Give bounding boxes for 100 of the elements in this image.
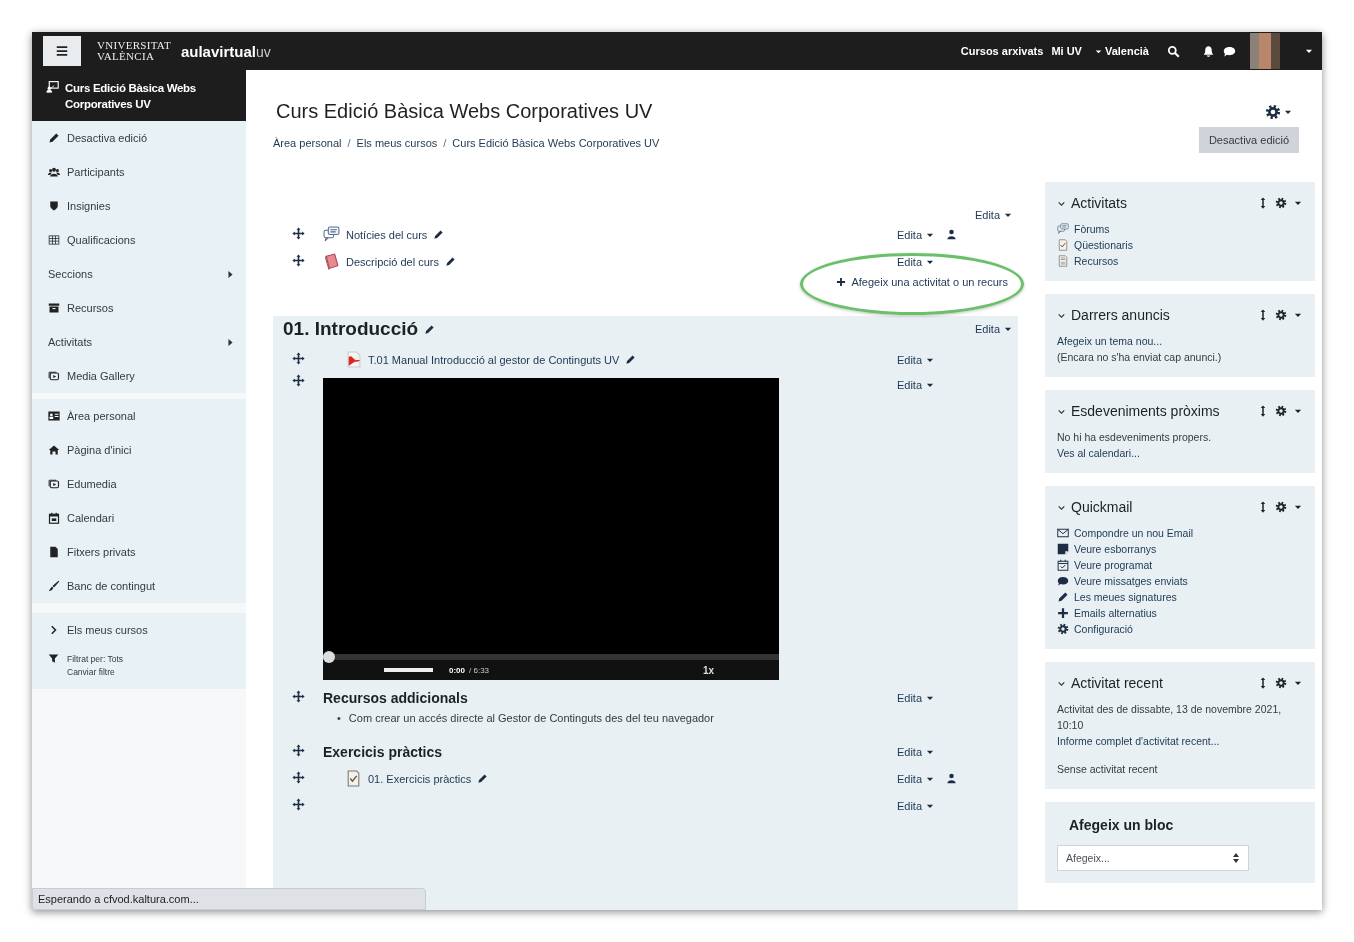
sidebar-item[interactable]: Fitxers privats <box>67 546 236 558</box>
edit-pencil-icon <box>625 354 637 365</box>
block-title: Darrers anuncis <box>1071 307 1171 323</box>
file-icon <box>48 546 60 558</box>
sidebar-item[interactable]: Insignies <box>67 200 236 212</box>
block-link[interactable]: Informe complet d'activitat recent... <box>1057 733 1303 749</box>
add-block-select[interactable]: Afegeix... <box>1057 845 1249 871</box>
sidebar-item[interactable]: Els meus cursos <box>67 624 236 636</box>
edit-mode-button[interactable]: Desactiva edició <box>1198 127 1299 153</box>
playback-speed-button[interactable]: 1x <box>702 664 714 676</box>
edit-pencil-icon <box>433 229 445 240</box>
breadcrumb-link[interactable]: Àrea personal <box>273 137 342 149</box>
language-menu[interactable]: Valencià <box>1093 45 1149 57</box>
block-link[interactable]: Veure missatges enviats <box>1074 573 1188 589</box>
quiz-icon <box>1057 239 1069 251</box>
submenu-arrow-icon <box>225 268 236 280</box>
label-heading: Exercicis pràctics <box>323 743 444 760</box>
block-title: Activitats <box>1071 195 1128 211</box>
block-link[interactable]: Afegeix un tema nou... <box>1057 333 1303 349</box>
bullet-marker: • <box>337 711 341 726</box>
resource-link[interactable]: Com crear un accés directe al Gestor de Continguts des del teu navegador <box>348 711 714 726</box>
filter-link[interactable]: Canviar filtre <box>67 666 124 679</box>
edit-menu[interactable]: Edita <box>896 379 935 391</box>
block-link[interactable]: Fòrums <box>1074 221 1110 237</box>
sidebar-item[interactable]: Banc de contingut <box>67 580 236 592</box>
move-icon <box>291 374 305 387</box>
edit-menu[interactable]: Edita <box>896 228 935 241</box>
sidebar-item[interactable]: Seccions <box>48 268 218 280</box>
envelope-icon <box>1057 527 1069 539</box>
video-duration: / 6:33 <box>469 665 490 675</box>
settings-icon <box>1057 623 1069 635</box>
chat-icon <box>1223 44 1236 58</box>
person-icon <box>946 228 957 240</box>
edit-menu[interactable]: Edita <box>896 799 935 812</box>
block-title: Activitat recent <box>1071 675 1164 691</box>
sidebar-item[interactable]: Pàgina d'inici <box>67 444 236 456</box>
users-icon <box>48 166 60 178</box>
sidebar-item[interactable]: Activitats <box>48 336 218 348</box>
menu-button[interactable] <box>43 36 81 66</box>
book-icon <box>323 253 340 270</box>
pencil-icon <box>48 132 60 144</box>
sidebar-item[interactable]: Qualificacions <box>67 234 236 246</box>
sidebar-item[interactable]: Recursos <box>67 302 236 314</box>
block-link[interactable]: Compondre un nou Email <box>1074 525 1194 541</box>
nav-link[interactable]: Mi UV <box>1051 45 1082 57</box>
activity-link[interactable]: T.01 Manual Introducció al gestor de Continguts UV <box>368 353 620 366</box>
video-progress-thumb[interactable] <box>323 651 335 663</box>
block-link[interactable]: Qüestionaris <box>1074 237 1133 253</box>
block-text: No hi ha esdeveniments propers. <box>1057 430 1213 445</box>
sidebar-item[interactable]: Desactiva edició <box>67 132 236 144</box>
edit-pencil-icon <box>444 256 456 267</box>
move-icon <box>291 253 305 267</box>
nav-link[interactable]: Cursos arxivats <box>960 45 1044 57</box>
section-title: 01. Introducció <box>283 318 419 340</box>
block-text: (Encara no s'ha enviat cap anunci.) <box>1057 350 1223 365</box>
block-link[interactable]: Veure programat <box>1074 557 1153 573</box>
document-icon <box>1057 255 1069 267</box>
breadcrumb-link[interactable]: Curs Edició Bàsica Webs Corporatives UV <box>452 137 660 149</box>
breadcrumb-link[interactable]: Els meus cursos <box>356 137 438 149</box>
edit-menu[interactable]: Edita <box>974 323 1013 335</box>
block-link[interactable]: Emails alternatius <box>1074 605 1157 621</box>
sidebar-item[interactable]: Calendari <box>67 512 236 524</box>
edit-menu[interactable]: Edita <box>896 255 935 268</box>
block-link[interactable]: Recursos <box>1074 253 1119 269</box>
block-link[interactable]: Configuració <box>1074 621 1133 637</box>
video-progress-track[interactable] <box>323 654 779 660</box>
edit-menu[interactable]: Edita <box>896 772 935 785</box>
table-icon <box>48 234 60 246</box>
settings-icon <box>1275 197 1287 209</box>
sidebar-item[interactable]: Edumedia <box>67 478 236 490</box>
move-icon <box>291 797 305 811</box>
sidebar-item[interactable]: Media Gallery <box>67 370 236 382</box>
user-avatar[interactable] <box>1250 33 1280 69</box>
breadcrumb-separator: / <box>443 137 447 149</box>
status-bar: Esperando a cfvod.kaltura.com... <box>32 888 426 910</box>
video-player[interactable]: 0:00 / 6:33 1x <box>323 378 779 680</box>
edit-menu[interactable]: Edita <box>896 745 935 758</box>
block-link[interactable]: Les meues signatures <box>1074 589 1177 605</box>
settings-menu[interactable] <box>1265 104 1293 120</box>
filter-icon <box>48 653 59 664</box>
breadcrumb-separator: / <box>347 137 351 149</box>
quiz-icon <box>345 770 362 787</box>
shield-icon <box>48 200 60 212</box>
edit-menu[interactable]: Edita <box>896 353 935 366</box>
forum-icon <box>323 226 340 243</box>
page-title: Curs Edició Bàsica Webs Corporatives UV <box>276 100 653 123</box>
edit-menu[interactable]: Edita <box>896 692 935 704</box>
add-activity-link[interactable]: Afegeix una activitat o un recurs <box>836 276 1008 288</box>
activity-link[interactable]: Notícies del curs <box>346 228 428 241</box>
edit-menu[interactable]: Edita <box>974 209 1013 221</box>
forum-icon <box>1057 223 1069 235</box>
block-link[interactable]: Veure esborranys <box>1074 541 1157 557</box>
block-link[interactable]: Ves al calendari... <box>1057 445 1303 461</box>
activity-link[interactable]: 01. Exercicis pràctics <box>368 772 472 785</box>
settings-icon <box>1275 501 1287 513</box>
sidebar-item[interactable]: Àrea personal <box>67 410 236 422</box>
video-time: 0:00 <box>449 665 465 675</box>
activity-link[interactable]: Descripció del curs <box>346 255 439 268</box>
sidebar-item[interactable]: Participants <box>67 166 236 178</box>
media-screen-icon <box>48 478 60 490</box>
